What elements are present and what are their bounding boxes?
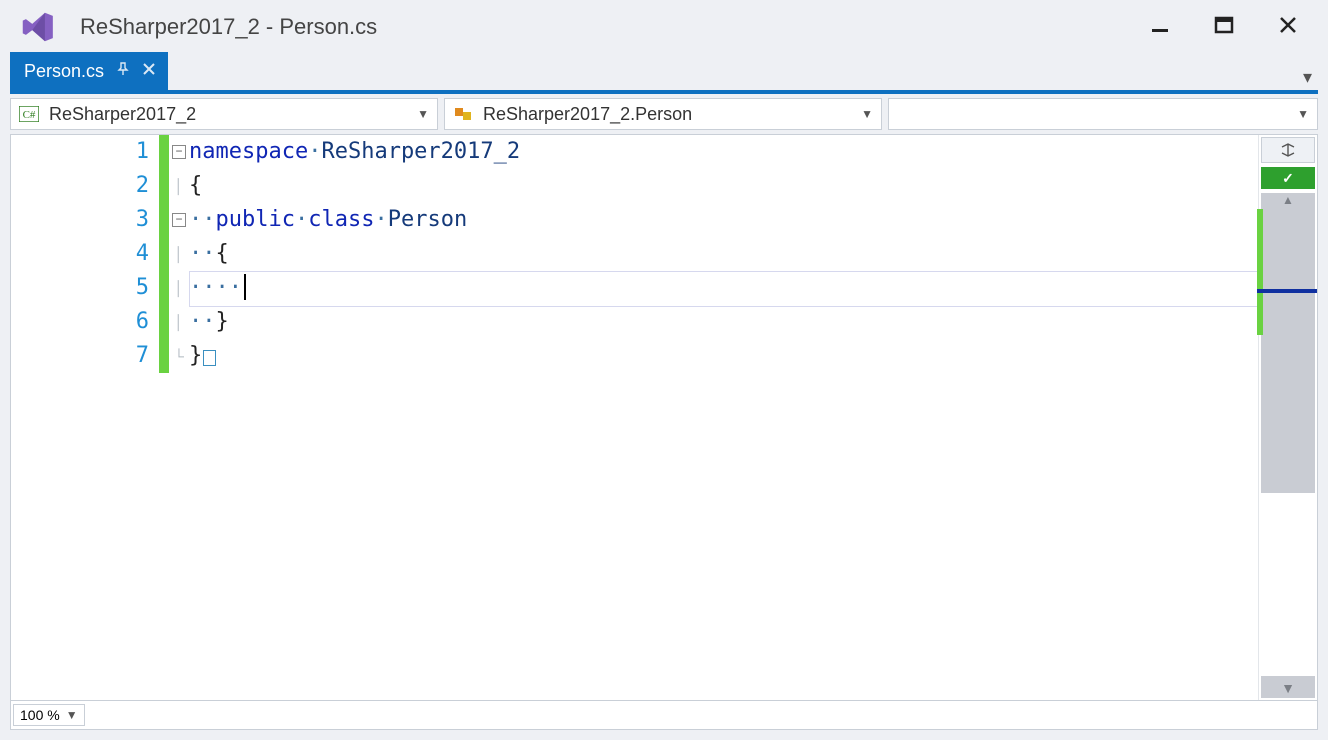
code-line: namespace·ReSharper2017_2	[189, 135, 1258, 169]
change-marker	[1257, 209, 1263, 335]
app-window: ReSharper2017_2 - Person.cs Person.cs	[0, 0, 1328, 740]
chevron-down-icon: ▼	[1297, 107, 1309, 121]
fold-toggle[interactable]: −	[172, 145, 186, 159]
editor-margin	[11, 135, 29, 700]
line-number: 1	[136, 135, 159, 169]
editor-right-rail: ✓ ▲ ▼	[1258, 135, 1317, 700]
analysis-status-ok[interactable]: ✓	[1261, 167, 1315, 189]
code-line: }	[189, 339, 1258, 373]
code-line: {	[189, 169, 1258, 203]
code-line: ··}	[189, 305, 1258, 339]
window-title: ReSharper2017_2 - Person.cs	[80, 14, 377, 40]
line-number: 6	[136, 305, 159, 339]
scroll-up-icon[interactable]: ▲	[1261, 193, 1315, 207]
class-icon	[453, 105, 473, 123]
fold-toggle[interactable]: −	[172, 213, 186, 227]
maximize-button[interactable]	[1210, 11, 1238, 43]
tab-overflow-dropdown[interactable]: ▾	[1297, 67, 1318, 90]
code-editor[interactable]: namespace·ReSharper2017_2 { ··public·cla…	[189, 135, 1258, 700]
scrollbar-track-empty	[1261, 493, 1315, 676]
close-tab-icon[interactable]	[142, 62, 156, 81]
document-tab-strip: Person.cs ▾	[10, 54, 1318, 94]
title-bar: ReSharper2017_2 - Person.cs	[0, 0, 1328, 54]
chevron-down-icon: ▼	[861, 107, 873, 121]
scope-project-dropdown[interactable]: C# ReSharper2017_2 ▼	[10, 98, 438, 130]
line-number: 3	[136, 203, 159, 237]
marker-scrollbar[interactable]: ▲ ▼	[1261, 193, 1315, 698]
outline-gutter: − │ − │ │ │ └	[169, 135, 189, 700]
chevron-down-icon: ▼	[66, 708, 78, 722]
scroll-down-icon[interactable]: ▼	[1261, 680, 1315, 696]
svg-text:C#: C#	[23, 109, 36, 121]
line-number: 4	[136, 237, 159, 271]
chevron-down-icon: ▼	[417, 107, 429, 121]
scope-type-text: ReSharper2017_2.Person	[483, 104, 692, 125]
change-indicator-bar	[159, 135, 169, 373]
editor-frame: 1 2 3 4 5 6 7 − │ − │ │ │ └	[10, 134, 1318, 730]
line-number: 5	[136, 271, 159, 305]
editor-footer: 100 % ▼	[11, 700, 1317, 729]
scope-project-text: ReSharper2017_2	[49, 104, 196, 125]
split-view-button[interactable]	[1261, 137, 1315, 163]
line-number-gutter: 1 2 3 4 5 6 7	[29, 135, 159, 700]
current-line-highlight	[189, 271, 1258, 307]
zoom-value: 100 %	[20, 707, 60, 723]
line-number: 2	[136, 169, 159, 203]
minimize-button[interactable]	[1146, 11, 1174, 43]
scope-member-dropdown[interactable]: ▼	[888, 98, 1318, 130]
code-line: ··{	[189, 237, 1258, 271]
line-number: 7	[136, 339, 159, 373]
document-tab-person[interactable]: Person.cs	[10, 52, 168, 90]
navigation-bar: C# ReSharper2017_2 ▼ ReSharper2017_2.Per…	[10, 98, 1318, 130]
close-button[interactable]	[1274, 11, 1302, 43]
pin-icon[interactable]	[116, 62, 130, 81]
eof-marker-icon	[203, 350, 216, 366]
visual-studio-icon	[18, 8, 56, 46]
csharp-icon: C#	[19, 106, 39, 122]
scope-type-dropdown[interactable]: ReSharper2017_2.Person ▼	[444, 98, 882, 130]
text-caret	[244, 274, 246, 300]
window-controls	[1146, 11, 1302, 43]
editor-body: 1 2 3 4 5 6 7 − │ − │ │ │ └	[11, 135, 1317, 700]
zoom-dropdown[interactable]: 100 % ▼	[13, 704, 85, 726]
code-line: ··public·class·Person	[189, 203, 1258, 237]
document-tab-label: Person.cs	[24, 61, 104, 82]
caret-marker	[1257, 289, 1317, 293]
